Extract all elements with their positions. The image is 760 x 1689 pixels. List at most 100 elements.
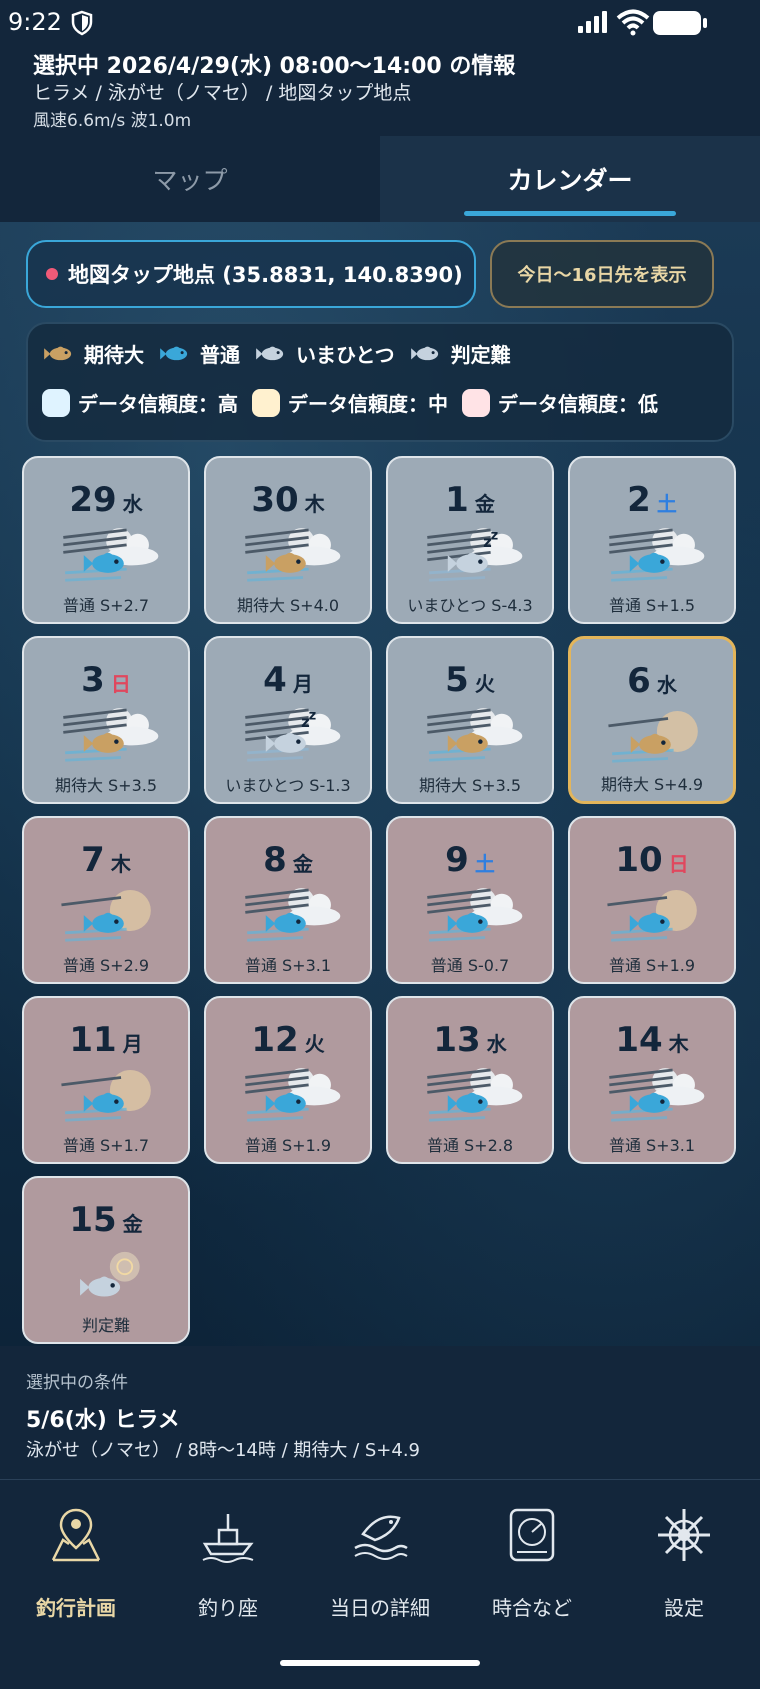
forecast-great-icon (63, 708, 159, 762)
day-number-row: 15 金 (24, 1200, 188, 1240)
calendar-day[interactable]: 13 水 普通 S+2.8 (386, 996, 554, 1164)
location-chip[interactable]: 地図タップ地点 (35.8831, 140.8390) (26, 240, 476, 308)
day-rating-label: いまひとつ S-1.3 (225, 776, 351, 795)
calendar-day[interactable]: 4月 z z いまひとつ S-1.3 (204, 636, 372, 804)
calendar-day[interactable]: 7木 普通 S+2.9 (22, 816, 190, 984)
reliability-swatch (462, 388, 490, 417)
day-number-row: 6水 (571, 661, 733, 701)
tab-calendar[interactable]: カレンダー (380, 136, 760, 222)
wifi-icon (616, 9, 650, 36)
day-number-row: 9土 (388, 840, 552, 880)
nav-item-label: 釣り座 (198, 1596, 258, 1620)
legend-rating-label: 期待大 (84, 342, 144, 367)
day-rating-label: 普通 S+1.9 (244, 1136, 332, 1155)
forecast-great-icon (245, 528, 341, 582)
reliability-swatch (42, 388, 70, 417)
calendar-day[interactable]: 3日 期待大 S+3.5 (22, 636, 190, 804)
calendar-day[interactable]: 10 日 普通 S+1.9 (568, 816, 736, 984)
forecast-unknown-icon (80, 1251, 140, 1297)
nav-item-4[interactable]: 設定 (608, 1504, 760, 1644)
day-number-row: 8金 (206, 840, 370, 880)
forecast-normal-icon (427, 1068, 523, 1122)
day-number-row: 7木 (24, 840, 188, 880)
calendar-day[interactable]: 9土 普通 S-0.7 (386, 816, 554, 984)
day-number: 7 (81, 840, 105, 880)
legend-reliability-label: データ信頼度：高 (78, 392, 238, 416)
legend-rating-great: 期待大 (42, 338, 144, 368)
calendar-day[interactable]: 15 金 判定難 (22, 1176, 190, 1344)
day-rating-label: 期待大 S+4.9 (600, 775, 704, 794)
day-number-row: 3日 (24, 660, 188, 700)
calendar-day[interactable]: 11 月 普通 S+1.7 (22, 996, 190, 1164)
legend-reliability-item: データ信頼度：中 (252, 388, 448, 417)
calendar-day[interactable]: 14 木 普通 S+3.1 (568, 996, 736, 1164)
range-button[interactable]: 今日〜16日先を表示 (490, 240, 714, 308)
day-weekday: 日 (668, 852, 689, 876)
day-number: 1 (445, 480, 469, 520)
calendar-day[interactable]: 1金 z z いまひとつ S-4.3 (386, 456, 554, 624)
day-number: 2 (627, 480, 651, 520)
day-rating-label: 普通 S+3.1 (608, 1136, 696, 1155)
day-weekday: 木 (110, 852, 131, 876)
legend-rating-label: いまひとつ (296, 342, 395, 367)
calendar-day[interactable]: 8金 普通 S+3.1 (204, 816, 372, 984)
legend-rating-poor: いまひとつ (254, 338, 395, 368)
calendar-day[interactable]: 30 木 期待大 S+4.0 (204, 456, 372, 624)
day-rating-label: 普通 S+2.8 (426, 1136, 514, 1155)
day-number: 10 (615, 840, 663, 880)
nav-item-label: 当日の詳細 (330, 1596, 430, 1620)
forecast-poor-icon: zz (427, 528, 523, 582)
nav-item-0[interactable]: 釣行計画 (0, 1504, 152, 1644)
day-rating-label: 判定難 (81, 1316, 130, 1335)
day-number: 12 (251, 1020, 299, 1060)
day-weekday: 月 (122, 1032, 143, 1056)
svg-text:z: z (309, 708, 317, 723)
nav-item-1[interactable]: 釣り座 (152, 1504, 304, 1644)
forecast-normal-icon (245, 1068, 341, 1122)
day-number-row: 13 水 (388, 1020, 552, 1060)
day-number-row: 5火 (388, 660, 552, 700)
fish-unknown-icon (410, 346, 438, 361)
tab-map[interactable]: マップ (0, 136, 380, 222)
fish-normal-icon (160, 346, 188, 361)
calendar-day[interactable]: 2土 普通 S+1.5 (568, 456, 736, 624)
nav-item-label: 設定 (664, 1596, 704, 1620)
day-weekday: 水 (486, 1032, 507, 1056)
reliability-swatch (252, 388, 280, 417)
day-weekday: 金 (292, 852, 313, 876)
forecast-normal-icon (63, 528, 159, 582)
forecast-normal-icon (609, 1068, 705, 1122)
day-number: 4 (263, 660, 287, 700)
status-time: 9:22 (8, 8, 62, 36)
calendar-day[interactable]: 5火 期待大 S+3.5 (386, 636, 554, 804)
legend-reliability-item: データ信頼度：高 (42, 388, 238, 417)
day-number-row: 11 月 (24, 1020, 188, 1060)
day-rating-label: 期待大 S+4.0 (236, 596, 340, 615)
day-rating-label: 普通 S+3.1 (244, 956, 332, 975)
nav-item-3[interactable]: 時合など (456, 1504, 608, 1644)
calendar-day[interactable]: 6水 期待大 S+4.9 (568, 636, 736, 804)
day-number: 13 (433, 1020, 481, 1060)
day-number: 15 (69, 1200, 117, 1240)
day-rating-label: 普通 S-0.7 (430, 956, 510, 975)
day-number: 5 (445, 660, 469, 700)
conditions-heading: 5/6(水) ヒラメ (26, 1408, 180, 1433)
forecast-great-icon (608, 711, 698, 763)
legend-rating-label: 普通 (200, 342, 240, 367)
calendar-panel: 地図タップ地点 (35.8831, 140.8390) 今日〜16日先を表示 期… (0, 222, 760, 1346)
calendar-day[interactable]: 29 水 普通 S+2.7 (22, 456, 190, 624)
calendar-day[interactable]: 12 火 普通 S+1.9 (204, 996, 372, 1164)
day-number-row: 14 木 (570, 1020, 734, 1060)
day-number: 9 (445, 840, 469, 880)
nav-item-2[interactable]: 当日の詳細 (304, 1504, 456, 1644)
view-tabs: マップ カレンダー (0, 136, 760, 222)
forecast-normal-icon (607, 890, 697, 942)
legend-reliability-item: データ信頼度：低 (462, 388, 658, 417)
radar-icon (509, 1508, 555, 1562)
home-indicator[interactable] (280, 1660, 480, 1666)
day-number: 14 (615, 1020, 663, 1060)
legend-rating-unknown: 判定難 (409, 338, 511, 368)
day-number: 8 (263, 840, 287, 880)
boat-icon (202, 1514, 254, 1563)
day-number-row: 4月 (206, 660, 370, 700)
